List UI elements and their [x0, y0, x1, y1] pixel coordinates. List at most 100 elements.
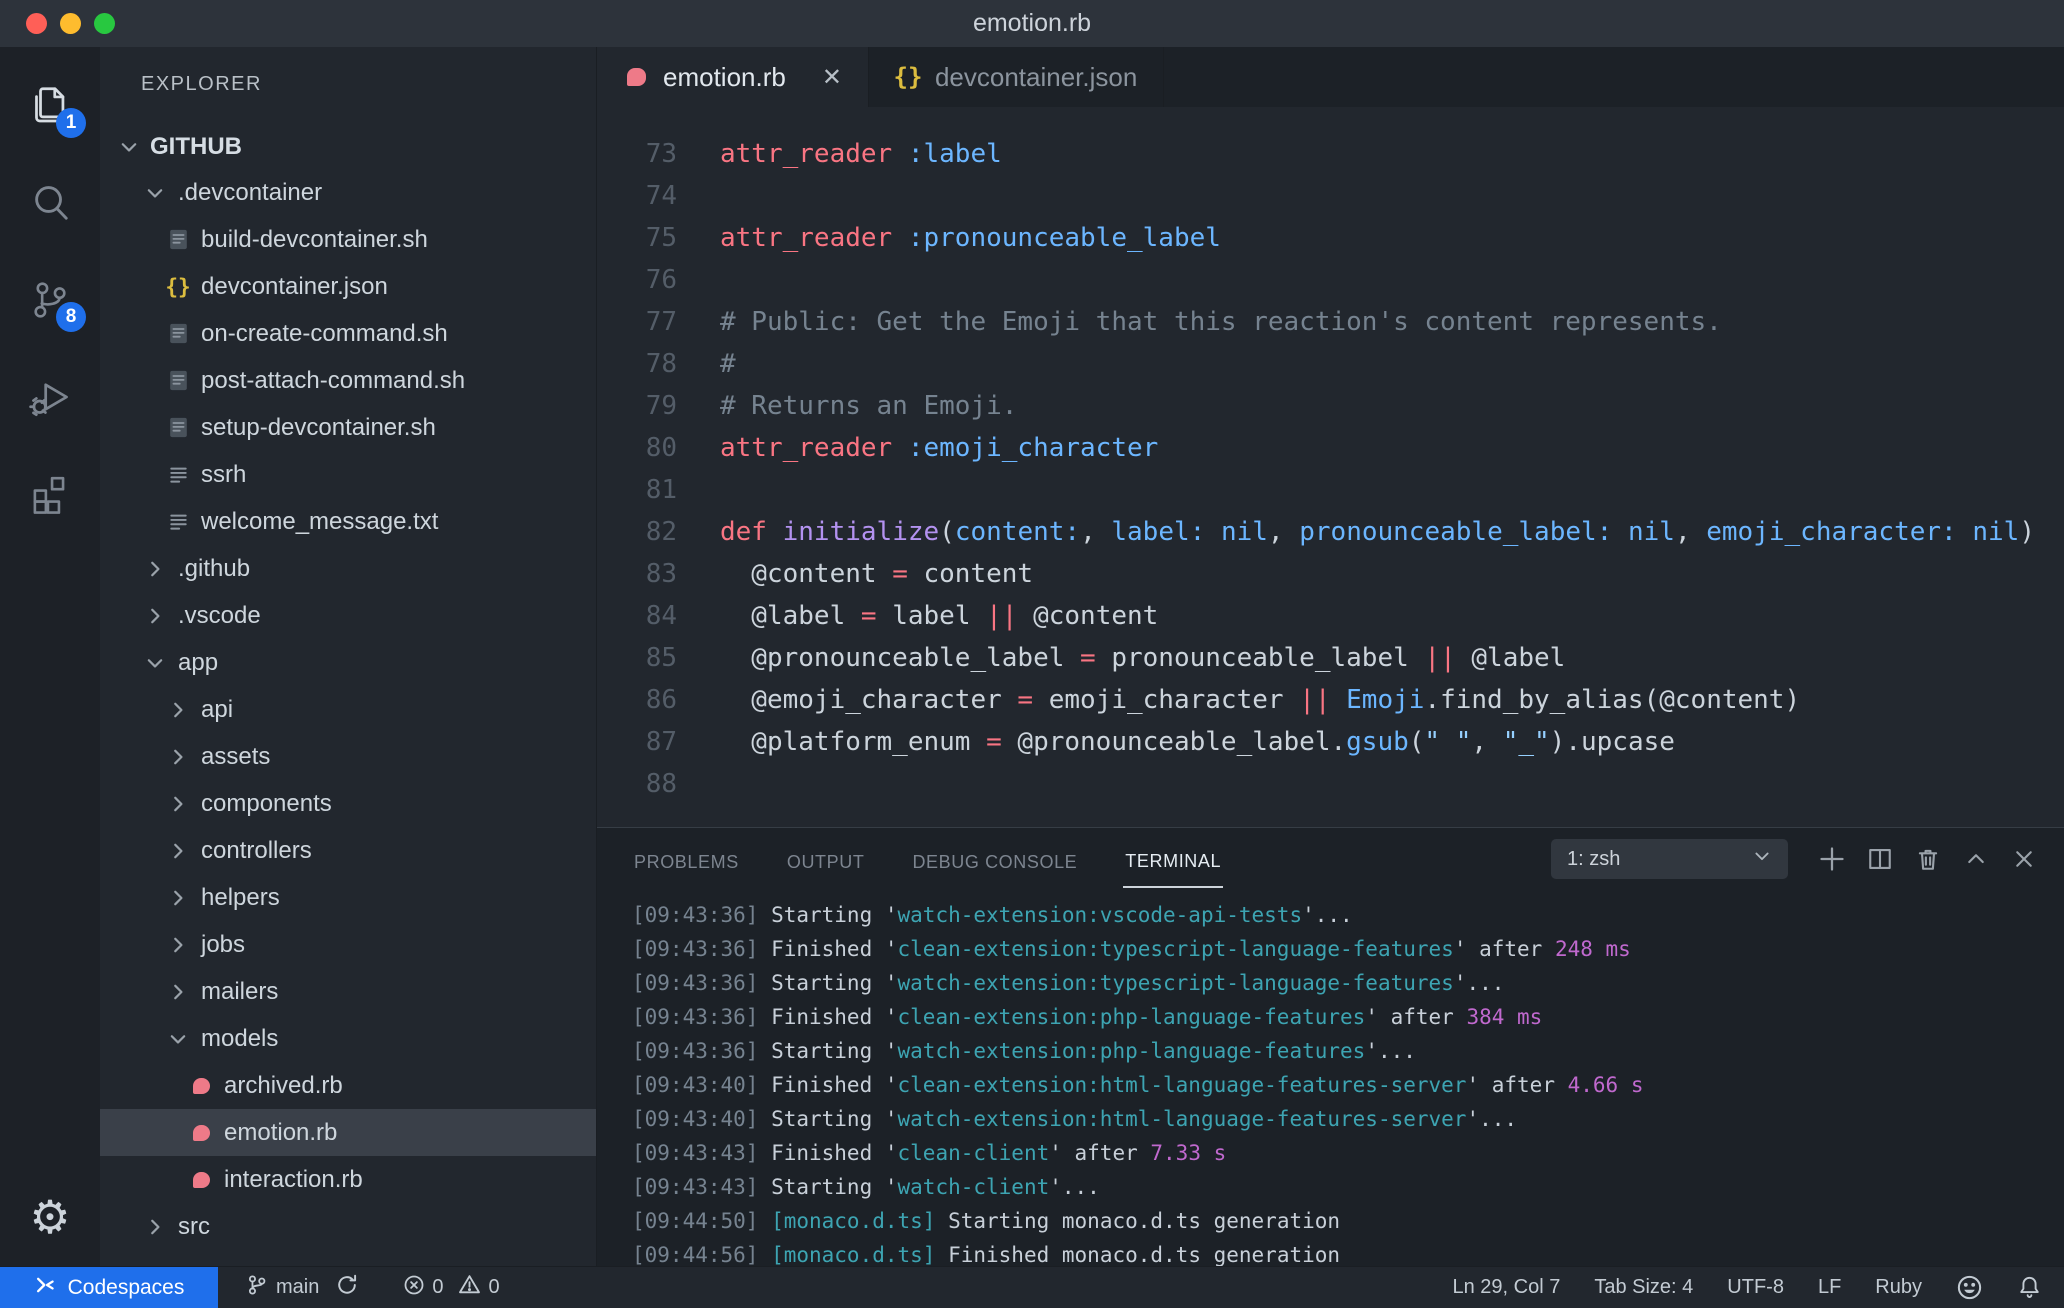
activity-search-button[interactable]	[0, 154, 100, 251]
tree-item-helpers[interactable]: helpers	[100, 874, 596, 921]
tree-item-app[interactable]: app	[100, 639, 596, 686]
editor-tab-emotion.rb[interactable]: emotion.rb ✕	[597, 47, 869, 107]
problems-indicator[interactable]: 0 0	[403, 1273, 500, 1302]
terminal-line-6: [09:43:40] Finished 'clean-extension:htm…	[632, 1073, 1644, 1097]
activity-extensions-button[interactable]	[0, 445, 100, 542]
json-file-icon: {}	[165, 274, 191, 300]
tree-item-controllers[interactable]: controllers	[100, 827, 596, 874]
code-line-88[interactable]: 88	[597, 763, 2064, 805]
tree-item-devcontainer.json[interactable]: {} devcontainer.json	[100, 263, 596, 310]
tree-item-.vscode[interactable]: .vscode	[100, 592, 596, 639]
chevron-right-icon	[165, 791, 191, 817]
settings-gear-icon[interactable]: ⚙	[29, 1194, 70, 1240]
tree-item-setup-devcontainer.sh[interactable]: setup-devcontainer.sh	[100, 404, 596, 451]
tree-item-components[interactable]: components	[100, 780, 596, 827]
tree-root-github[interactable]: GITHUB	[100, 125, 596, 169]
terminal-output[interactable]: [09:43:36] Starting 'watch-extension:vsc…	[597, 890, 2064, 1266]
code-line-78[interactable]: 78 #	[597, 343, 2064, 385]
branch-indicator[interactable]: main	[246, 1273, 359, 1303]
code-line-79[interactable]: 79 # Returns an Emoji.	[597, 385, 2064, 427]
tree-item-welcome_message.txt[interactable]: welcome_message.txt	[100, 498, 596, 545]
tree-item-label: api	[201, 695, 234, 723]
code-line-87[interactable]: 87 @platform_enum = @pronounceable_label…	[597, 721, 2064, 763]
kill-terminal-button[interactable]	[1906, 837, 1950, 881]
status-language[interactable]: Ruby	[1875, 1276, 1922, 1299]
code-editor[interactable]: 73 attr_reader :label 74 75 attr_reader :pro…	[597, 107, 2064, 827]
ruby-file-icon	[188, 1073, 214, 1099]
tree-item-build-devcontainer.sh[interactable]: build-devcontainer.sh	[100, 216, 596, 263]
sidebar-header: EXPLORER	[141, 73, 262, 95]
tree-item-mailers[interactable]: mailers	[100, 968, 596, 1015]
tree-item-src[interactable]: src	[100, 1203, 596, 1250]
chevron-right-icon	[142, 556, 168, 582]
code-line-86[interactable]: 86 @emoji_character = emoji_character ||…	[597, 679, 2064, 721]
minimize-window-button[interactable]	[60, 13, 81, 34]
source-control-badge: 8	[56, 302, 86, 332]
shell-file-icon	[165, 227, 191, 253]
tree-item-api[interactable]: api	[100, 686, 596, 733]
tree-item-interaction.rb[interactable]: interaction.rb	[100, 1156, 596, 1203]
code-line-content	[677, 175, 720, 217]
code-line-82[interactable]: 82 def initialize(content:, label: nil, p…	[597, 511, 2064, 553]
line-number: 81	[645, 475, 677, 505]
split-terminal-button[interactable]	[1858, 837, 1902, 881]
status-tab-size[interactable]: Tab Size: 4	[1594, 1276, 1693, 1299]
tree-item-assets[interactable]: assets	[100, 733, 596, 780]
code-line-83[interactable]: 83 @content = content	[597, 553, 2064, 595]
editor-tab-devcontainer.json[interactable]: {} devcontainer.json	[869, 47, 1165, 107]
maximize-panel-button[interactable]	[1954, 837, 1998, 881]
code-line-85[interactable]: 85 @pronounceable_label = pronounceable_…	[597, 637, 2064, 679]
zoom-window-button[interactable]	[94, 13, 115, 34]
tree-item-.devcontainer[interactable]: .devcontainer	[100, 169, 596, 216]
tree-item-label: controllers	[201, 836, 312, 864]
explorer-sidebar: EXPLORER GITHUB .devcontainer build-devco…	[100, 47, 597, 1266]
terminal-shell-select[interactable]: 1: zsh	[1551, 839, 1788, 879]
codespaces-remote-button[interactable]: Codespaces	[0, 1266, 218, 1308]
tree-item-label: devcontainer.json	[201, 272, 388, 300]
tree-item-.github[interactable]: .github	[100, 545, 596, 592]
close-window-button[interactable]	[26, 13, 47, 34]
code-line-content: attr_reader :emoji_character	[720, 433, 1159, 463]
panel-tab-bar: PROBLEMS OUTPUT DEBUG CONSOLE TERMINAL 1: zs…	[597, 828, 2064, 890]
close-panel-button[interactable]	[2002, 837, 2046, 881]
code-line-76[interactable]: 76	[597, 259, 2064, 301]
code-line-77[interactable]: 77 # Public: Get the Emoji that this reac…	[597, 301, 2064, 343]
tree-item-ssrh[interactable]: ssrh	[100, 451, 596, 498]
tab-label: devcontainer.json	[934, 61, 1138, 92]
code-line-81[interactable]: 81	[597, 469, 2064, 511]
bottom-panel: PROBLEMS OUTPUT DEBUG CONSOLE TERMINAL 1: zs…	[597, 827, 2064, 1266]
code-line-84[interactable]: 84 @label = label || @content	[597, 595, 2064, 637]
panel-tab-debug-console[interactable]: DEBUG CONSOLE	[910, 832, 1079, 887]
tree-item-label: components	[201, 789, 332, 817]
panel-tab-output[interactable]: OUTPUT	[785, 832, 867, 887]
code-line-75[interactable]: 75 attr_reader :pronounceable_label	[597, 217, 2064, 259]
tree-item-label: mailers	[201, 977, 279, 1005]
sync-icon[interactable]	[335, 1273, 359, 1303]
codespaces-label: Codespaces	[67, 1275, 185, 1299]
code-line-73[interactable]: 73 attr_reader :label	[597, 133, 2064, 175]
tab-close-icon[interactable]: ✕	[822, 63, 842, 92]
tree-item-post-attach-command.sh[interactable]: post-attach-command.sh	[100, 357, 596, 404]
tree-item-on-create-command.sh[interactable]: on-create-command.sh	[100, 310, 596, 357]
new-terminal-button[interactable]	[1810, 837, 1854, 881]
activity-source-control-button[interactable]: 8	[0, 251, 100, 348]
notifications-bell-icon[interactable]	[2017, 1275, 2042, 1300]
terminal-line-7: [09:43:40] Starting 'watch-extension:htm…	[632, 1107, 1518, 1131]
code-line-80[interactable]: 80 attr_reader :emoji_character	[597, 427, 2064, 469]
chevron-right-icon	[165, 979, 191, 1005]
status-encoding[interactable]: UTF-8	[1727, 1276, 1784, 1299]
tree-item-models[interactable]: models	[100, 1015, 596, 1062]
code-line-74[interactable]: 74	[597, 175, 2064, 217]
panel-tab-problems[interactable]: PROBLEMS	[632, 832, 741, 887]
ruby-gem-icon	[192, 1077, 210, 1094]
tree-item-jobs[interactable]: jobs	[100, 921, 596, 968]
tree-item-archived.rb[interactable]: archived.rb	[100, 1062, 596, 1109]
panel-tab-terminal[interactable]: TERMINAL	[1123, 831, 1224, 888]
explorer-badge: 1	[56, 108, 86, 138]
status-eol[interactable]: LF	[1818, 1276, 1841, 1299]
tree-item-emotion.rb[interactable]: emotion.rb	[100, 1109, 596, 1156]
activity-run-debug-button[interactable]	[0, 348, 100, 445]
activity-explorer-button[interactable]: 1	[0, 57, 100, 154]
feedback-smiley-icon[interactable]	[1956, 1274, 1983, 1301]
status-line-col[interactable]: Ln 29, Col 7	[1452, 1276, 1560, 1299]
